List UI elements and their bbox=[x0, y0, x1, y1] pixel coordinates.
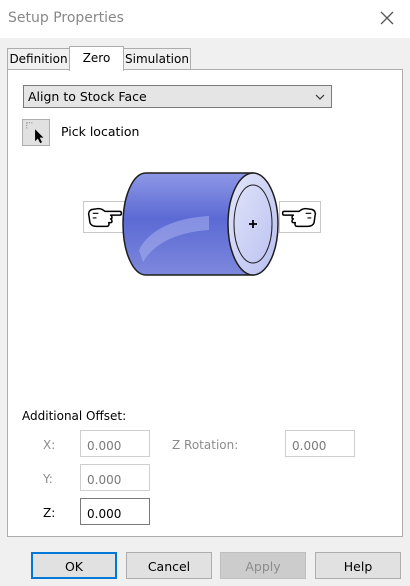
tab-simulation[interactable]: Simulation bbox=[123, 48, 191, 70]
title-bar: Setup Properties bbox=[0, 0, 410, 38]
close-icon[interactable] bbox=[378, 9, 396, 27]
z-offset-field[interactable] bbox=[80, 498, 150, 525]
tab-zero[interactable]: Zero bbox=[69, 46, 124, 71]
apply-button-label: Apply bbox=[245, 559, 281, 574]
z-rotation-label: Z Rotation: bbox=[172, 438, 239, 452]
help-button[interactable]: Help bbox=[315, 552, 401, 579]
help-button-label: Help bbox=[343, 559, 373, 574]
y-offset-label: Y: bbox=[43, 472, 53, 486]
cursor-pick-icon bbox=[26, 122, 44, 144]
y-offset-field[interactable] bbox=[80, 464, 150, 491]
align-mode-dropdown[interactable]: Align to Stock Face bbox=[23, 85, 332, 108]
zero-tab-panel bbox=[7, 69, 403, 537]
tab-simulation-label: Simulation bbox=[125, 52, 189, 66]
window-title: Setup Properties bbox=[8, 10, 124, 26]
cancel-button[interactable]: Cancel bbox=[126, 552, 212, 579]
pick-location-label: Pick location bbox=[61, 124, 140, 139]
additional-offset-label: Additional Offset: bbox=[22, 409, 127, 423]
apply-button[interactable]: Apply bbox=[220, 552, 306, 579]
align-mode-value: Align to Stock Face bbox=[28, 89, 147, 104]
cancel-button-label: Cancel bbox=[147, 559, 191, 574]
z-offset-label: Z: bbox=[43, 506, 56, 520]
tab-zero-label: Zero bbox=[82, 51, 111, 65]
ok-button[interactable]: OK bbox=[31, 552, 117, 579]
pick-location-button[interactable] bbox=[22, 119, 50, 146]
chevron-down-icon bbox=[315, 94, 325, 100]
tab-definition[interactable]: Definition bbox=[7, 48, 70, 70]
ok-button-label: OK bbox=[64, 559, 84, 574]
z-rotation-field[interactable] bbox=[285, 430, 355, 457]
pointing-hand-right-icon bbox=[279, 201, 321, 233]
cylinder-stock-icon bbox=[122, 172, 279, 276]
x-offset-field[interactable] bbox=[80, 430, 150, 457]
x-offset-label: X: bbox=[43, 438, 56, 452]
tab-definition-label: Definition bbox=[9, 52, 68, 66]
